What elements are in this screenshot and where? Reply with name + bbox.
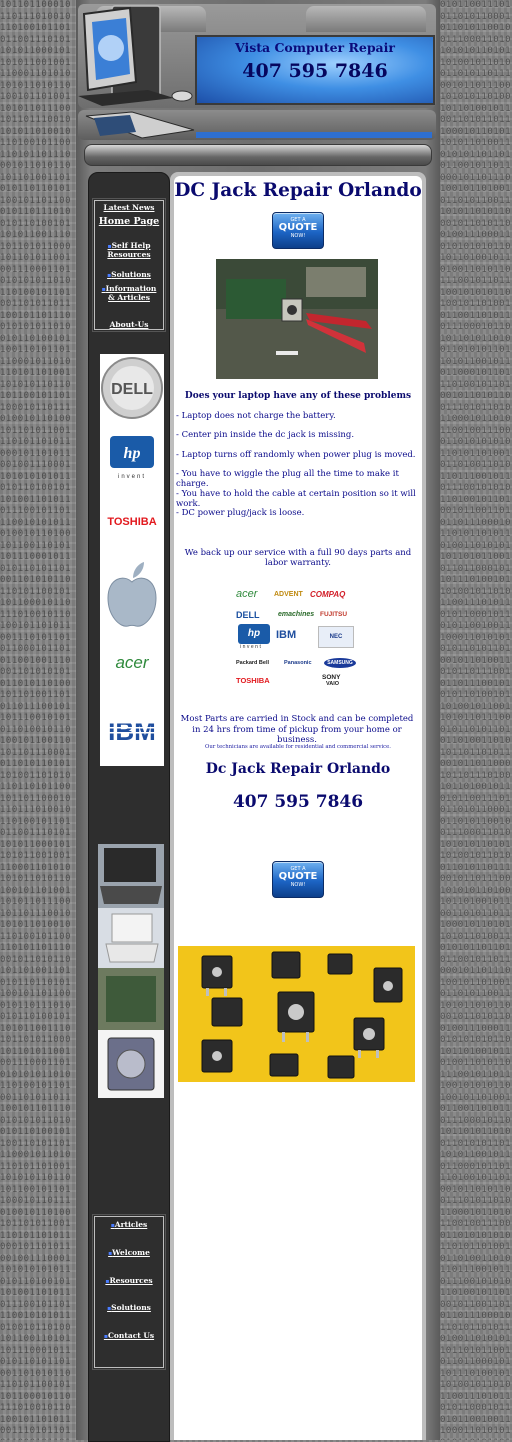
apple-logo-icon (107, 562, 157, 627)
nav-latest-news[interactable]: Latest News (97, 204, 161, 212)
nav-solutions-bottom[interactable]: ▪Solutions (97, 1303, 161, 1312)
brand-nec: NEC (318, 626, 354, 648)
header-phone: 407 595 7846 (242, 60, 388, 82)
header-banner: Vista Computer Repair 407 595 7846 (195, 35, 435, 105)
quote-button-middle: QUOTE (278, 222, 318, 233)
binary-pattern-right: 0101100111010110101100010110101100100111… (440, 0, 512, 1440)
main-phone: 407 595 7846 (232, 792, 364, 812)
page-title: DC Jack Repair Orlando (174, 180, 422, 201)
brand-emachines: emachines (278, 611, 315, 618)
brand-compaq: COMPAQ (310, 590, 346, 599)
problem-item: - You have to hold the cable at certain … (176, 489, 416, 509)
sidebar-nav-top: Latest News Home Page ▪Self Help Resourc… (92, 198, 166, 332)
problem-item: - DC power plug/jack is loose. (176, 508, 305, 518)
dc-jack-parts-image (178, 946, 415, 1082)
nav-resources[interactable]: ▪Resources (97, 1276, 161, 1285)
nav-about-us[interactable]: About-Us (97, 321, 161, 329)
brand-toshiba: TOSHIBA (236, 676, 270, 685)
header-accent-bar (196, 132, 432, 138)
sidebar-nav-bottom: ▪Articles ▪Welcome ▪Resources ▪Solutions… (92, 1214, 166, 1370)
hp-logo-icon: hp invent (110, 436, 154, 480)
problems-heading: Does your laptop have any of these probl… (184, 391, 412, 401)
computer-icon (78, 5, 193, 106)
brand-logo-grid: acer ADVENT COMPAQ DELL emachines FUJITS… (234, 586, 360, 690)
brand-dell: DELL (236, 610, 260, 620)
laptop-icon (85, 111, 195, 139)
laptop-photo-collage (98, 844, 164, 1098)
header-tab-right (306, 6, 426, 32)
brand-hp: hp (238, 624, 270, 644)
nav-strip (84, 144, 432, 166)
brand-fujitsu: FUJITSU (320, 611, 348, 618)
acer-logo-text: acer (115, 653, 149, 672)
brand-sony-vaio: VAIO (326, 681, 340, 687)
brand-ibm: IBM (276, 629, 297, 641)
problem-item: - You have to wiggle the plug all the ti… (176, 469, 399, 489)
dell-logo-text: DELL (111, 381, 153, 398)
problem-item: - Laptop does not charge the battery. (176, 411, 336, 421)
ibm-logo-icon: IBM (100, 716, 164, 744)
toshiba-logo-icon: TOSHIBA (107, 516, 156, 528)
get-quote-button[interactable]: GET A QUOTE NOW! (272, 212, 324, 249)
nav-self-help-resources[interactable]: ▪Self Help Resources (97, 242, 161, 259)
brand-sony: SONY (322, 674, 341, 681)
technicians-text: Our technicians are available for reside… (205, 744, 391, 750)
brand-hp-invent: invent (240, 644, 263, 650)
warranty-text: We back up our service with a full 90 da… (184, 548, 412, 568)
dc-jacks-photo (178, 946, 415, 1082)
problem-item: - Laptop turns off randomly when power p… (176, 450, 416, 460)
brand-acer: acer (236, 588, 258, 600)
hp-logo-text: hp (124, 445, 141, 462)
nav-home-page[interactable]: Home Page (97, 217, 161, 227)
brand-logo-strip: DELL hp invent TOSHIBA acer IBM (100, 354, 164, 766)
quote-button-bottom: NOW! (290, 882, 306, 888)
acer-logo-icon: acer (115, 653, 149, 672)
toshiba-logo-text: TOSHIBA (107, 516, 156, 528)
nav-articles[interactable]: ▪Articles (97, 1220, 161, 1229)
page-subtitle: Dc Jack Repair Orlando (205, 761, 391, 777)
nav-solutions[interactable]: ▪Solutions (97, 271, 161, 280)
company-name: Vista Computer Repair (234, 40, 395, 55)
get-quote-button-2[interactable]: GET A QUOTE NOW! (272, 861, 324, 898)
motherboard-photo-image (216, 259, 378, 379)
brand-samsung: SAMSUNG (324, 658, 356, 668)
dell-logo-icon: DELL (101, 357, 163, 419)
hp-invent-text: invent (118, 474, 146, 480)
brand-panasonic: Panasonic (284, 660, 312, 666)
binary-pattern-left: 1011011000101101110100101101001011010110… (0, 0, 72, 1440)
laptop-collage-image (98, 844, 164, 1098)
nav-information-articles[interactable]: ▪Information & Articles (97, 285, 161, 302)
quote-button-middle: QUOTE (278, 871, 318, 882)
ibm-logo-text: IBM (108, 716, 156, 744)
nav-welcome[interactable]: ▪Welcome (97, 1248, 161, 1257)
quote-button-bottom: NOW! (290, 233, 306, 239)
problem-item: - Center pin inside the dc jack is missi… (176, 430, 355, 440)
nav-contact-us[interactable]: ▪Contact Us (97, 1331, 161, 1340)
stock-text: Most Parts are carried in Stock and can … (180, 714, 414, 745)
dc-jack-repair-photo (216, 259, 378, 379)
brand-advent: ADVENT (274, 591, 303, 598)
brand-packard-bell: Packard Bell (236, 660, 270, 666)
